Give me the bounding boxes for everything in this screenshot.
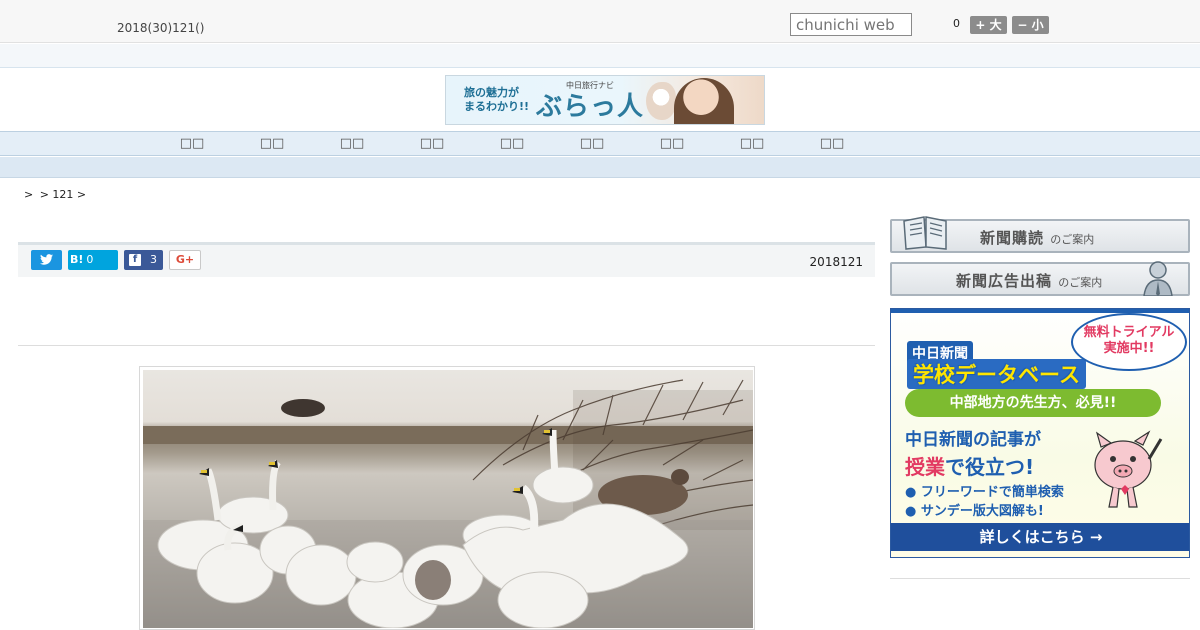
advertising-label: 新聞広告出稿 のご案内 bbox=[956, 270, 1102, 291]
share-bar: B! 0 f 3 G+ 2018121 bbox=[18, 242, 875, 277]
person-icon bbox=[1143, 261, 1173, 296]
shell-image bbox=[646, 82, 676, 120]
sub-nav bbox=[0, 157, 1200, 178]
nav-item-5[interactable]: □□ bbox=[492, 136, 532, 151]
header-date: 2018(30)121() bbox=[117, 21, 205, 35]
newspaper-subscription-button[interactable]: 新聞購読 のご案内 bbox=[890, 216, 1190, 253]
twitter-bird-icon bbox=[40, 254, 53, 265]
nav-item-3[interactable]: □□ bbox=[332, 136, 372, 151]
banner-tagline: 旅の魅力が まるわかり!! bbox=[464, 86, 530, 113]
article-date: 2018121 bbox=[809, 255, 863, 269]
facebook-count: 3 bbox=[150, 253, 157, 266]
main-nav: □□ □□ □□ □□ □□ □□ □□ □□ □□ bbox=[0, 131, 1200, 156]
twitter-share-button[interactable] bbox=[31, 250, 62, 270]
header-band bbox=[0, 44, 1200, 68]
search-input[interactable] bbox=[790, 13, 912, 36]
facebook-icon: f bbox=[129, 254, 141, 266]
ad-database-title: 学校データベース bbox=[907, 359, 1086, 389]
hatena-bookmark-button[interactable]: B! 0 bbox=[68, 250, 118, 270]
top-bar: 2018(30)121() 0 + 大 − 小 bbox=[0, 0, 1200, 43]
hatena-count: 0 bbox=[86, 253, 94, 266]
article-photo[interactable] bbox=[139, 366, 755, 630]
font-smaller-button[interactable]: − 小 bbox=[1012, 16, 1049, 34]
swans-photo bbox=[143, 370, 753, 628]
facebook-share-button[interactable]: f 3 bbox=[124, 250, 163, 270]
font-larger-button[interactable]: + 大 bbox=[970, 16, 1007, 34]
travel-banner-ad[interactable]: 旅の魅力が まるわかり!! 中日旅行ナビ ぶらっ人 bbox=[445, 75, 765, 125]
divider bbox=[18, 345, 875, 346]
breadcrumb: > > 121 > bbox=[24, 188, 89, 201]
nav-item-6[interactable]: □□ bbox=[572, 136, 612, 151]
nav-item-2[interactable]: □□ bbox=[252, 136, 292, 151]
breadcrumb-section[interactable]: > 121 > bbox=[40, 188, 86, 201]
woman-image bbox=[674, 78, 734, 124]
ad-bullet-1: ● フリーワードで簡単検索 bbox=[905, 485, 1064, 500]
subscription-label: 新聞購読 のご案内 bbox=[980, 227, 1094, 248]
ad-top-strip bbox=[891, 309, 1189, 313]
nav-item-7[interactable]: □□ bbox=[652, 136, 692, 151]
sidebar-divider bbox=[890, 578, 1190, 579]
google-plus-button[interactable]: G+ bbox=[169, 250, 201, 270]
ad-line-2: 授業で役立つ! bbox=[905, 451, 1034, 480]
subscription-label-suffix: のご案内 bbox=[1050, 233, 1095, 246]
ad-details-link[interactable]: 詳しくはこちら → bbox=[891, 523, 1189, 551]
newspaper-advertising-button[interactable]: 新聞広告出稿 のご案内 bbox=[890, 261, 1190, 296]
nav-item-4[interactable]: □□ bbox=[412, 136, 452, 151]
ad-teachers-pill: 中部地方の先生方、必見!! bbox=[905, 389, 1161, 417]
ad-line-1: 中日新聞の記事が bbox=[905, 430, 1041, 450]
nav-item-8[interactable]: □□ bbox=[732, 136, 772, 151]
advertising-label-suffix: のご案内 bbox=[1058, 276, 1103, 289]
nav-item-9[interactable]: □□ bbox=[812, 136, 852, 151]
ad-line-2-rest: で役立つ! bbox=[945, 455, 1035, 479]
ad-free-trial-badge: 無料トライアル 実施中!! bbox=[1071, 313, 1187, 371]
banner-logo: ぶらっ人 bbox=[536, 92, 645, 122]
book-icon bbox=[903, 216, 947, 250]
ad-bullet-2: ● サンデー版大図解も! bbox=[905, 504, 1044, 519]
hatena-icon: B! bbox=[70, 253, 84, 266]
pig-mascot-icon bbox=[1094, 430, 1163, 508]
ad-line-2-highlight: 授業 bbox=[905, 455, 945, 479]
nav-item-1[interactable]: □□ bbox=[172, 136, 212, 151]
breadcrumb-home[interactable]: > bbox=[24, 188, 33, 201]
school-database-ad[interactable]: 中日新聞 学校データベース 無料トライアル 実施中!! 中部地方の先生方、必見!… bbox=[890, 308, 1190, 558]
advertising-label-main: 新聞広告出稿 bbox=[956, 272, 1053, 290]
font-size-value: 0 bbox=[953, 17, 960, 30]
subscription-label-main: 新聞購読 bbox=[980, 229, 1045, 247]
